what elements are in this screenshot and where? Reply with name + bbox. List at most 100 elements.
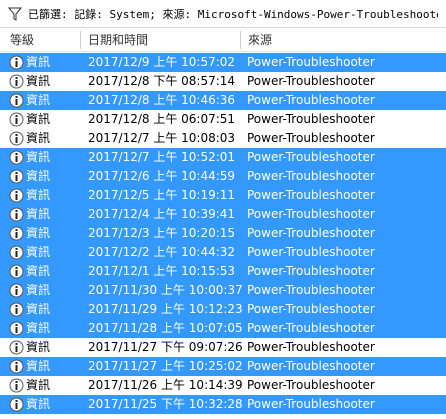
info-icon xyxy=(9,150,24,165)
info-icon xyxy=(9,340,24,355)
event-source: Power-Troubleshooter xyxy=(247,359,375,373)
info-icon xyxy=(9,378,24,393)
info-icon xyxy=(9,302,24,317)
event-row[interactable]: 資訊 2017/12/7 上午 10:08:03 Power-Troubleshoo… xyxy=(0,129,446,148)
event-datetime: 2017/11/27 上午 10:25:02 xyxy=(88,359,243,373)
event-level: 資訊 xyxy=(26,302,51,316)
event-row[interactable]: 資訊 2017/12/2 上午 10:44:32 Power-Troubleshoo… xyxy=(0,243,446,262)
event-level: 資訊 xyxy=(26,112,51,126)
event-datetime: 2017/12/8 上午 10:46:36 xyxy=(88,93,236,107)
event-datetime: 2017/12/4 上午 10:39:41 xyxy=(88,207,236,221)
event-row[interactable]: 資訊 2017/11/27 下午 09:07:26 Power-Troublesho… xyxy=(0,338,446,357)
event-source: Power-Troubleshooter xyxy=(247,264,375,278)
event-datetime: 2017/11/29 上午 10:12:23 xyxy=(88,302,243,316)
filter-description: 已篩選: 記錄: System; 來源: Microsoft-Windows-P… xyxy=(28,7,438,21)
event-source: Power-Troubleshooter xyxy=(247,283,375,297)
event-source: Power-Troubleshooter xyxy=(247,93,375,107)
event-row[interactable]: 資訊 2017/11/27 上午 10:25:02 Power-Troublesho… xyxy=(0,357,446,376)
event-row[interactable]: 資訊 2017/11/25 下午 10:32:28 Power-Troublesho… xyxy=(0,395,446,414)
event-level: 資訊 xyxy=(26,321,51,335)
info-icon xyxy=(9,112,24,127)
info-icon xyxy=(9,397,24,412)
event-source: Power-Troubleshooter xyxy=(247,302,375,316)
event-row[interactable]: 資訊 2017/12/6 上午 10:44:59 Power-Troubleshoo… xyxy=(0,167,446,186)
event-level: 資訊 xyxy=(26,283,51,297)
event-source: Power-Troubleshooter xyxy=(247,378,375,392)
event-level: 資訊 xyxy=(26,207,51,221)
event-level: 資訊 xyxy=(26,169,51,183)
event-source: Power-Troubleshooter xyxy=(247,131,375,145)
event-source: Power-Troubleshooter xyxy=(247,321,375,335)
column-divider[interactable] xyxy=(240,31,241,49)
event-level: 資訊 xyxy=(26,131,51,145)
event-level: 資訊 xyxy=(26,340,51,354)
column-level[interactable]: 等級 xyxy=(10,28,34,52)
event-source: Power-Troubleshooter xyxy=(247,112,375,126)
event-source: Power-Troubleshooter xyxy=(247,74,375,88)
event-level: 資訊 xyxy=(26,150,51,164)
column-header: 等級 日期和時間 來源 xyxy=(0,28,446,52)
event-row[interactable]: 資訊 2017/12/8 上午 10:46:36 Power-Troubleshoo… xyxy=(0,91,446,110)
event-row[interactable]: 資訊 2017/12/1 上午 10:15:53 Power-Troubleshoo… xyxy=(0,262,446,281)
event-datetime: 2017/11/30 上午 10:00:37 xyxy=(88,283,243,297)
event-source: Power-Troubleshooter xyxy=(247,150,375,164)
column-datetime[interactable]: 日期和時間 xyxy=(88,28,148,52)
event-datetime: 2017/11/28 上午 10:07:05 xyxy=(88,321,243,335)
event-row[interactable]: 資訊 2017/11/29 上午 10:12:23 Power-Troublesho… xyxy=(0,300,446,319)
event-row[interactable]: 資訊 2017/11/26 上午 10:14:39 Power-Troublesho… xyxy=(0,376,446,395)
event-level: 資訊 xyxy=(26,74,51,88)
column-source[interactable]: 來源 xyxy=(248,28,272,52)
info-icon xyxy=(9,321,24,336)
event-source: Power-Troubleshooter xyxy=(247,226,375,240)
info-icon xyxy=(9,93,24,108)
event-source: Power-Troubleshooter xyxy=(247,55,375,69)
event-source: Power-Troubleshooter xyxy=(247,340,375,354)
event-row[interactable]: 資訊 2017/12/9 上午 10:57:02 Power-Troubleshoo… xyxy=(0,53,446,72)
event-source: Power-Troubleshooter xyxy=(247,245,375,259)
filter-bar: 已篩選: 記錄: System; 來源: Microsoft-Windows-P… xyxy=(0,0,446,28)
event-row[interactable]: 資訊 2017/12/3 上午 10:20:15 Power-Troubleshoo… xyxy=(0,224,446,243)
event-datetime: 2017/12/2 上午 10:44:32 xyxy=(88,245,236,259)
event-row[interactable]: 資訊 2017/12/8 上午 06:07:51 Power-Troubleshoo… xyxy=(0,110,446,129)
event-datetime: 2017/12/7 上午 10:08:03 xyxy=(88,131,236,145)
event-row[interactable]: 資訊 2017/11/28 上午 10:07:05 Power-Troublesho… xyxy=(0,319,446,338)
event-level: 資訊 xyxy=(26,226,51,240)
event-datetime: 2017/11/27 下午 09:07:26 xyxy=(88,340,243,354)
event-datetime: 2017/11/26 上午 10:14:39 xyxy=(88,378,243,392)
info-icon xyxy=(9,283,24,298)
event-row[interactable]: 資訊 2017/11/30 上午 10:00:37 Power-Troublesho… xyxy=(0,281,446,300)
event-datetime: 2017/12/8 上午 06:07:51 xyxy=(88,112,236,126)
event-level: 資訊 xyxy=(26,378,51,392)
info-icon xyxy=(9,131,24,146)
info-icon xyxy=(9,169,24,184)
event-source: Power-Troubleshooter xyxy=(247,207,375,221)
column-divider[interactable] xyxy=(80,31,81,49)
event-datetime: 2017/12/8 下午 08:57:14 xyxy=(88,74,236,88)
info-icon xyxy=(9,226,24,241)
info-icon xyxy=(9,74,24,89)
event-level: 資訊 xyxy=(26,397,51,411)
event-row[interactable]: 資訊 2017/12/8 下午 08:57:14 Power-Troubleshoo… xyxy=(0,72,446,91)
info-icon xyxy=(9,55,24,70)
event-source: Power-Troubleshooter xyxy=(247,169,375,183)
event-row[interactable]: 資訊 2017/12/4 上午 10:39:41 Power-Troubleshoo… xyxy=(0,205,446,224)
event-level: 資訊 xyxy=(26,55,51,69)
event-level: 資訊 xyxy=(26,93,51,107)
event-level: 資訊 xyxy=(26,264,51,278)
event-level: 資訊 xyxy=(26,245,51,259)
event-level: 資訊 xyxy=(26,359,51,373)
event-datetime: 2017/12/5 上午 10:19:11 xyxy=(88,188,236,202)
info-icon xyxy=(9,188,24,203)
funnel-icon[interactable] xyxy=(8,7,22,21)
event-row[interactable]: 資訊 2017/12/7 上午 10:52:01 Power-Troubleshoo… xyxy=(0,148,446,167)
event-source: Power-Troubleshooter xyxy=(247,188,375,202)
info-icon xyxy=(9,359,24,374)
event-source: Power-Troubleshooter xyxy=(247,397,375,411)
event-datetime: 2017/12/1 上午 10:15:53 xyxy=(88,264,236,278)
info-icon xyxy=(9,245,24,260)
info-icon xyxy=(9,264,24,279)
info-icon xyxy=(9,207,24,222)
event-row[interactable]: 資訊 2017/12/5 上午 10:19:11 Power-Troubleshoo… xyxy=(0,186,446,205)
event-datetime: 2017/12/9 上午 10:57:02 xyxy=(88,55,236,69)
event-datetime: 2017/12/3 上午 10:20:15 xyxy=(88,226,236,240)
